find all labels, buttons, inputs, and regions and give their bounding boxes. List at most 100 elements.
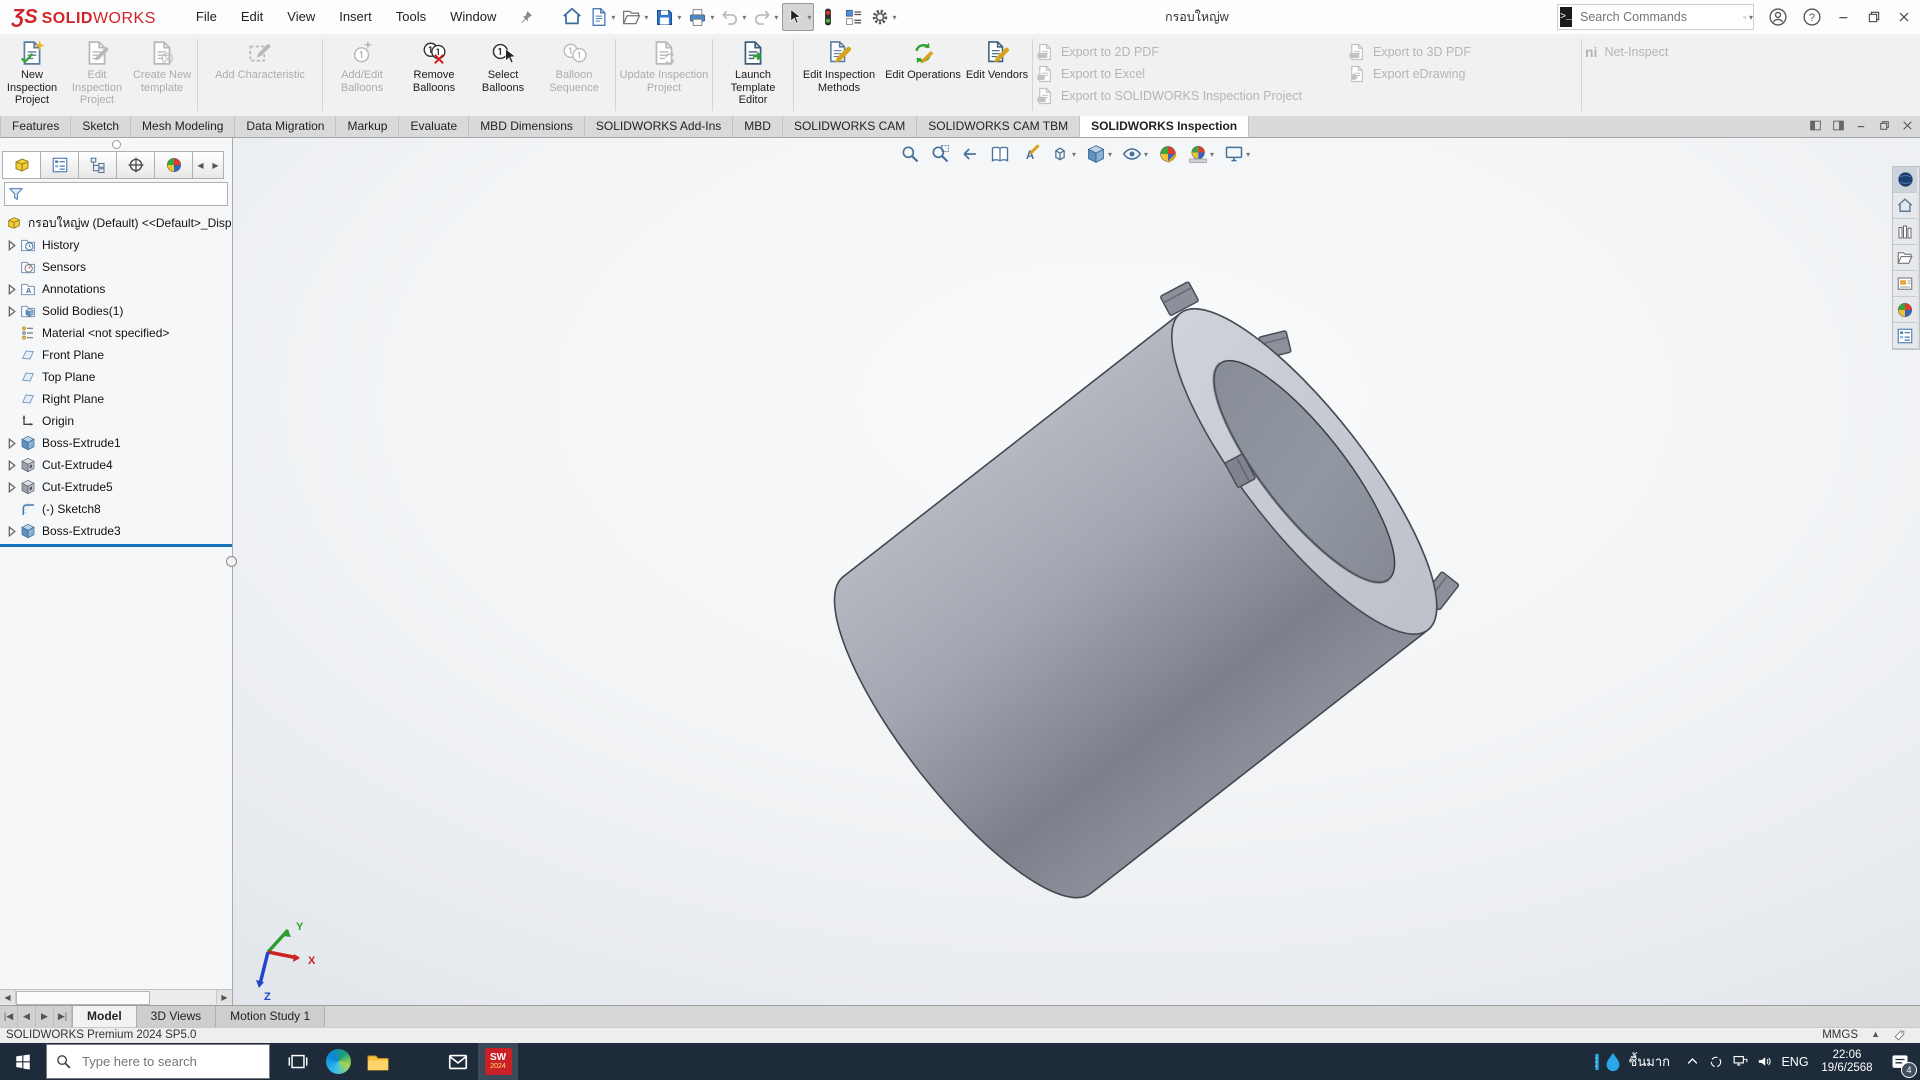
tab-markup[interactable]: Markup <box>336 116 399 137</box>
expand-arrow-icon[interactable] <box>5 283 18 296</box>
tree-horizontal-scrollbar[interactable]: ◀ ▶ <box>0 989 232 1005</box>
close-document-icon[interactable] <box>1901 119 1914 132</box>
account-icon[interactable] <box>1768 7 1788 27</box>
export-to-2d-pdf-button[interactable]: Export to 2D PDF <box>1036 41 1348 63</box>
start-button[interactable] <box>0 1043 46 1080</box>
minimize-button[interactable] <box>1836 9 1852 25</box>
view-settings-button[interactable]: ▾ <box>1221 143 1253 165</box>
feature-manager-tab[interactable] <box>2 151 40 179</box>
export-to-3d-pdf-button[interactable]: Export to 3D PDF <box>1348 41 1578 63</box>
export-to-excel-button[interactable]: Export to Excel <box>1036 63 1348 85</box>
menu-file[interactable]: File <box>184 0 229 34</box>
task-view-button[interactable] <box>278 1043 318 1080</box>
new-inspection-project-button[interactable]: New Inspection Project <box>0 37 64 107</box>
edit-inspection-methods-button[interactable]: Edit Inspection Methods <box>797 37 881 94</box>
tab-solidworks-add-ins[interactable]: SOLIDWORKS Add-Ins <box>585 116 733 137</box>
tree-item-annotations[interactable]: A Annotations <box>0 278 232 300</box>
update-inspection-project-button[interactable]: Update Inspection Project <box>619 37 709 94</box>
mail-app-icon[interactable] <box>438 1043 478 1080</box>
tray-chevron-icon[interactable] <box>1680 1047 1704 1077</box>
pane-left-icon[interactable] <box>1809 119 1822 132</box>
tree-item-sketch8[interactable]: (-) Sketch8 <box>0 498 232 520</box>
redo-button[interactable]: ▾ <box>750 4 780 30</box>
search-icon[interactable] <box>1743 10 1747 25</box>
tree-item-boss-extrude3[interactable]: Boss-Extrude3 <box>0 520 232 542</box>
export-to-solidworks-inspection-project-button[interactable]: Export to SOLIDWORKS Inspection Project <box>1036 85 1348 107</box>
part-model-3d[interactable] <box>0 138 1920 1005</box>
tree-item-boss-extrude1[interactable]: Boss-Extrude1 <box>0 432 232 454</box>
design-library-icon[interactable] <box>1893 219 1917 245</box>
taskbar-search-box[interactable] <box>46 1044 270 1079</box>
manager-tab-scroll[interactable]: ◀▶ <box>192 151 224 179</box>
weather-widget[interactable]: ชื้นมาก <box>1592 1051 1670 1073</box>
apply-scene-button[interactable]: ▾ <box>1185 143 1217 165</box>
tree-root-part[interactable]: กรอบใหญ่w (Default) <<Default>_Displ <box>0 212 232 234</box>
expand-arrow-icon[interactable] <box>5 239 18 252</box>
scroll-left-icon[interactable]: ◀ <box>197 161 203 170</box>
graphics-viewport[interactable]: A ▾ ▾ ▾ ▾ ▾ Y X Z <box>0 138 1920 1005</box>
expand-arrow-icon[interactable] <box>5 525 18 538</box>
open-document-button[interactable]: ▾ <box>619 4 650 31</box>
tree-item-right-plane[interactable]: Right Plane <box>0 388 232 410</box>
balloon-sequence-button[interactable]: Balloon Sequence <box>536 37 612 94</box>
edit-operations-button[interactable]: Edit Operations <box>881 37 965 82</box>
home-button[interactable] <box>559 3 585 31</box>
solidworks-app-icon[interactable]: SW2024 <box>478 1043 518 1080</box>
volume-tray-icon[interactable] <box>1752 1047 1776 1077</box>
panel-grip[interactable] <box>0 138 232 151</box>
file-explorer-icon[interactable] <box>1893 245 1917 271</box>
dimxpert-manager-tab[interactable] <box>116 151 154 179</box>
launch-template-editor-button[interactable]: Launch Template Editor <box>716 37 790 107</box>
zoom-to-fit-button[interactable] <box>897 143 923 165</box>
appearances-scenes-icon[interactable] <box>1893 297 1917 323</box>
tree-item-history[interactable]: History <box>0 234 232 256</box>
file-explorer-app-icon[interactable] <box>358 1043 398 1080</box>
expand-arrow-icon[interactable] <box>5 481 18 494</box>
design-checker-icon[interactable] <box>816 4 840 30</box>
tab-model[interactable]: Model <box>72 1006 137 1027</box>
zoom-to-area-button[interactable] <box>927 143 953 165</box>
tab-first-button[interactable]: |◀ <box>0 1006 18 1027</box>
menu-window[interactable]: Window <box>438 0 508 34</box>
options-list-icon[interactable] <box>842 4 866 30</box>
tab-evaluate[interactable]: Evaluate <box>399 116 469 137</box>
expand-arrow-icon[interactable] <box>5 437 18 450</box>
tree-item-origin[interactable]: Origin <box>0 410 232 432</box>
options-gear-button[interactable]: ▾ <box>868 4 898 30</box>
rollback-bar[interactable] <box>0 544 232 547</box>
tree-item-cut-extrude5[interactable]: Cut-Extrude5 <box>0 476 232 498</box>
hide-show-items-button[interactable]: ▾ <box>1119 143 1151 165</box>
tree-item-cut-extrude4[interactable]: Cut-Extrude4 <box>0 454 232 476</box>
tree-item-material[interactable]: Material <not specified> <box>0 322 232 344</box>
save-button[interactable]: ▾ <box>652 4 683 31</box>
tab-motion-study-1[interactable]: Motion Study 1 <box>216 1006 325 1027</box>
tab-last-button[interactable]: ▶| <box>54 1006 72 1027</box>
home-tab-icon[interactable] <box>1893 193 1917 219</box>
restore-button[interactable] <box>1866 9 1882 25</box>
tab-solidworks-cam-tbm[interactable]: SOLIDWORKS CAM TBM <box>917 116 1080 137</box>
print-button[interactable]: ▾ <box>685 4 716 31</box>
pin-menu-icon[interactable] <box>518 9 534 25</box>
remove-balloons-button[interactable]: Remove Balloons <box>398 37 470 94</box>
close-button[interactable] <box>1896 9 1912 25</box>
tab-sketch[interactable]: Sketch <box>71 116 131 137</box>
units-caret-icon[interactable]: ▲ <box>1871 1029 1880 1039</box>
new-document-button[interactable]: ▾ <box>587 4 617 30</box>
create-new-template-button[interactable]: Create New template <box>130 37 194 94</box>
menu-view[interactable]: View <box>275 0 327 34</box>
minimize-document-icon[interactable] <box>1855 119 1868 132</box>
tab-data-migration[interactable]: Data Migration <box>235 116 336 137</box>
tab-mesh-modeling[interactable]: Mesh Modeling <box>131 116 235 137</box>
onedrive-tray-icon[interactable] <box>1704 1047 1728 1077</box>
tab-prev-button[interactable]: ◀ <box>18 1006 36 1027</box>
select-tool-button[interactable]: ▾ <box>782 3 814 31</box>
display-style-button[interactable]: ▾ <box>1083 143 1115 165</box>
tree-item-solid-bodies[interactable]: Solid Bodies(1) <box>0 300 232 322</box>
section-view-button[interactable] <box>987 143 1013 165</box>
tag-editor-icon[interactable] <box>1893 1029 1906 1042</box>
net-inspect-button[interactable]: ni Net-Inspect <box>1585 41 1725 63</box>
select-balloons-button[interactable]: Select Balloons <box>470 37 536 94</box>
tab-solidworks-inspection[interactable]: SOLIDWORKS Inspection <box>1080 116 1249 137</box>
tree-filter-input[interactable] <box>4 182 228 206</box>
taskbar-search-input[interactable] <box>80 1053 244 1070</box>
